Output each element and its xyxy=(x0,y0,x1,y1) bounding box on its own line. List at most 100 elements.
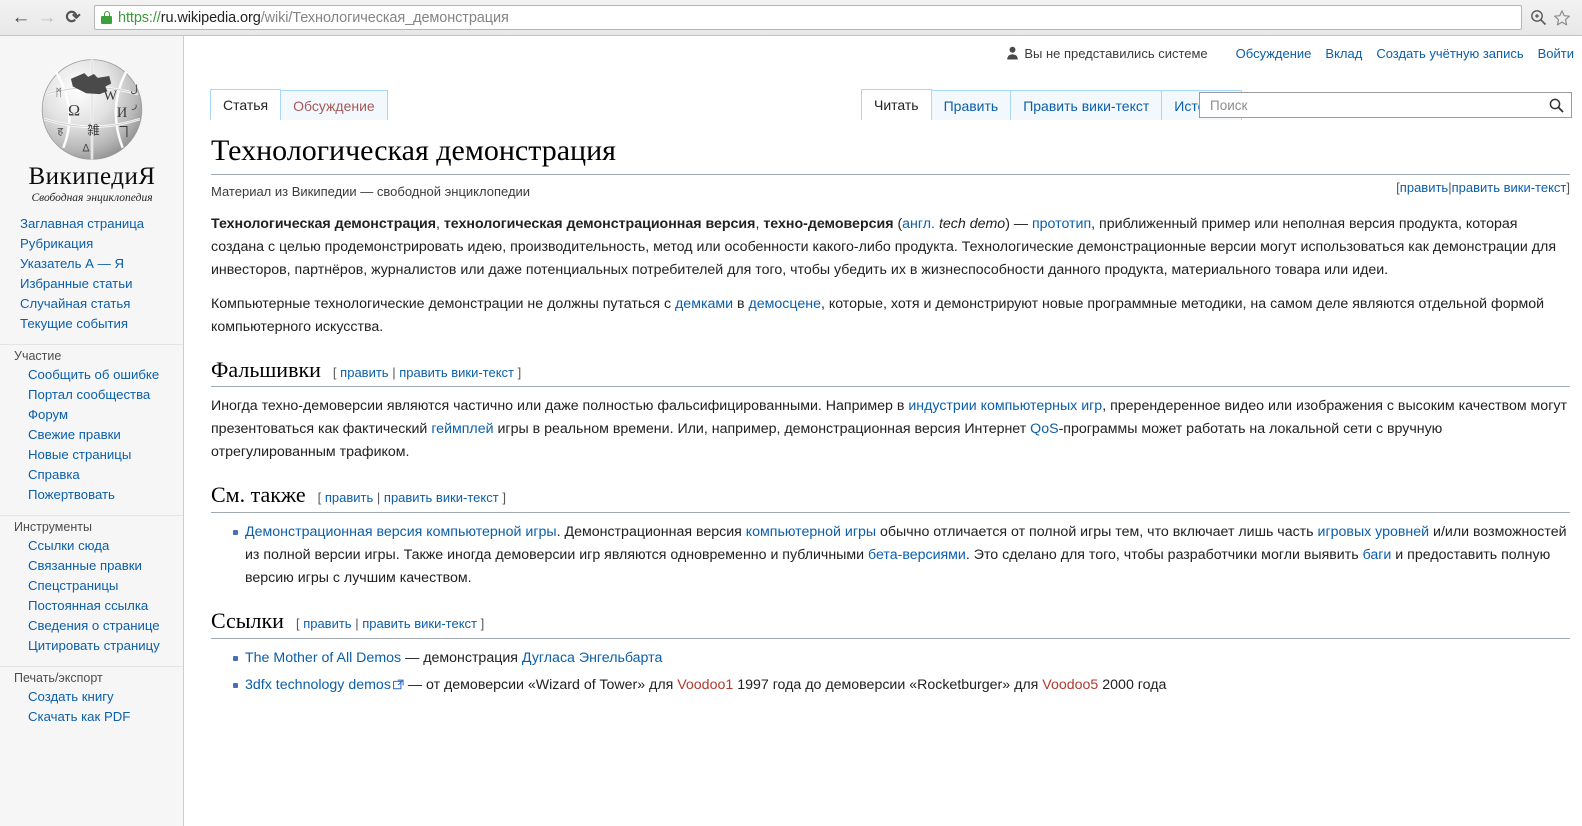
sidebar-item-создать-книгу[interactable]: Создать книгу xyxy=(28,689,114,704)
bracket-sep: | xyxy=(355,615,359,631)
section-heading-links: Ссылки [ править | править вики-текст ] xyxy=(211,606,1570,639)
forward-button[interactable]: → xyxy=(34,5,60,31)
sidebar-item-заглавная-страница[interactable]: Заглавная страница xyxy=(20,216,144,231)
search-input[interactable] xyxy=(1208,96,1545,114)
reload-button[interactable]: ⟳ xyxy=(60,5,86,31)
sidebar-portal: Заглавная страница Рубрикация Указатель А … xyxy=(0,214,183,334)
sidebar-item-рубрикация[interactable]: Рубрикация xyxy=(20,236,93,251)
sidebar-item-свежие-правки[interactable]: Свежие правки xyxy=(28,427,121,442)
edit-link-top[interactable]: править xyxy=(1400,180,1448,195)
edit-link[interactable]: править xyxy=(325,490,373,505)
link-gaming-industry[interactable]: индустрии компьютерных игр xyxy=(908,398,1102,414)
link-computer-game[interactable]: компьютерной игры xyxy=(746,524,876,540)
wordmark: ВикипедиЯ xyxy=(28,163,156,190)
sidebar-item-цитировать-страницу[interactable]: Цитировать страницу xyxy=(28,638,160,653)
p2-text-1: Компьютерные технологические демонстраци… xyxy=(211,295,676,312)
tab-обсуждение[interactable]: Обсуждение xyxy=(280,90,388,120)
link-demki[interactable]: демками xyxy=(675,296,733,312)
sidebar-item-пожертвовать[interactable]: Пожертвовать xyxy=(28,487,115,502)
wikipedia-logo[interactable]: Ω W И 雑 ヿ ᛗ ل ر ह ᐃ ВикипедиЯ Свободная … xyxy=(0,44,184,204)
lead-text-3: ( xyxy=(893,215,903,232)
url-host: ru.wikipedia.org xyxy=(160,9,261,26)
link-voodoo5[interactable]: Voodoo5 xyxy=(1042,677,1098,693)
link-prototype[interactable]: прототип xyxy=(1032,216,1091,232)
sidebar-portal: Инструменты Ссылки сюда Связанные правки Сп… xyxy=(0,515,183,656)
section-heading-see-also: См. также [ править | править вики-текст… xyxy=(211,480,1570,513)
sidebar-item-текущие-события[interactable]: Текущие события xyxy=(20,316,128,331)
search-box[interactable] xyxy=(1199,92,1572,118)
sa-text-2: обычно отличается от полной игры тем, чт… xyxy=(876,523,1318,540)
link-gameplay[interactable]: геймплей xyxy=(431,421,493,437)
sidebar-item-сведения-о-странице[interactable]: Сведения о странице xyxy=(28,618,160,633)
edit-link[interactable]: править xyxy=(303,616,351,631)
url-scheme: https:// xyxy=(118,9,161,26)
site-subtitle: Материал из Википедии — свободной энцикл… xyxy=(211,183,531,199)
link-game-demo[interactable]: Демонстрационная версия компьютерной игр… xyxy=(245,524,557,540)
section-edit-links: [ править | править вики-текст ] xyxy=(333,364,521,382)
bracket-close: ] xyxy=(517,364,522,380)
bracket-close: ] xyxy=(1566,180,1570,195)
sidebar-list-item: Форум xyxy=(0,405,183,425)
link-douglas-engelbart[interactable]: Дугласа Энгельбарта xyxy=(522,650,662,666)
sidebar-item-сообщить-об-ошибке[interactable]: Сообщить об ошибке xyxy=(28,367,159,382)
sidebar-portal: Печать/экспорт Создать книгу Скачать как P… xyxy=(0,666,183,727)
zoom-magnifier-icon[interactable] xyxy=(1526,6,1550,30)
tab-row: Статья Обсуждение Читать Править Править ви… xyxy=(185,78,1582,120)
bracket-close: ] xyxy=(480,615,485,631)
sidebar-item-справка[interactable]: Справка xyxy=(28,467,80,482)
edit-link[interactable]: править xyxy=(340,365,388,380)
article-body: Технологическая демонстрация, технологич… xyxy=(211,213,1570,697)
link-qos[interactable]: QoS xyxy=(1030,421,1058,437)
title-row: Технологическая демонстрация Материал из… xyxy=(211,132,1570,199)
section-edit-links: [ править | править вики-текст ] xyxy=(296,615,484,633)
edit-source-link[interactable]: править вики-текст xyxy=(384,490,499,505)
list-item: Демонстрационная версия компьютерной игр… xyxy=(233,521,1570,590)
sidebar-list-item: Справка xyxy=(0,465,183,485)
back-button[interactable]: ← xyxy=(8,5,34,31)
article: Технологическая демонстрация Материал из… xyxy=(185,132,1582,697)
bracket-close: ] xyxy=(502,490,506,506)
sidebar-item-указатель-а-я[interactable]: Указатель А — Я xyxy=(20,256,124,271)
sidebar-list-item: Указатель А — Я xyxy=(0,254,183,274)
fp-text-3: игры в реальном времени. Или, например, … xyxy=(493,421,1031,438)
falshivki-paragraph: Иногда техно-демоверсии являются частичн… xyxy=(211,395,1570,464)
search-magnifier-icon[interactable] xyxy=(1545,94,1567,116)
sidebar-item-случайная-статья[interactable]: Случайная статья xyxy=(20,296,130,311)
link-english[interactable]: англ. xyxy=(902,216,935,232)
sidebar-item-спецстраницы[interactable]: Спецстраницы xyxy=(28,578,118,593)
li1-text-1: — от демоверсии «Wizard of Tower» для xyxy=(403,676,678,693)
sidebar-item-избранные-статьи[interactable]: Избранные статьи xyxy=(20,276,132,291)
lead-text-1: , xyxy=(435,215,444,232)
sidebar-item-новые-страницы[interactable]: Новые страницы xyxy=(28,447,131,462)
list-item: 3dfx technology demos — от демоверсии «W… xyxy=(233,674,1570,697)
link-game-levels[interactable]: игровых уровней xyxy=(1318,524,1430,540)
sidebar-portal-heading: Печать/экспорт xyxy=(0,666,183,687)
link-mother-of-all-demos[interactable]: The Mother of All Demos xyxy=(245,650,401,666)
sidebar-item-ссылки-сюда[interactable]: Ссылки сюда xyxy=(28,538,109,553)
link-beta-versions[interactable]: бета-версиями xyxy=(868,547,966,563)
link-bugs[interactable]: баги xyxy=(1363,547,1392,563)
see-also-list: Демонстрационная версия компьютерной игр… xyxy=(211,521,1570,590)
tab-статья[interactable]: Статья xyxy=(210,89,282,120)
edit-source-link[interactable]: править вики-текст xyxy=(362,616,477,631)
link-demoscene[interactable]: демосцене xyxy=(748,296,821,312)
lead-italic-techdemo: tech demo xyxy=(938,215,1006,232)
tab-править[interactable]: Править xyxy=(930,90,1012,120)
tab-читать[interactable]: Читать xyxy=(861,89,932,120)
edit-source-link[interactable]: править вики-текст xyxy=(399,365,514,380)
sidebar-item-портал-сообщества[interactable]: Портал сообщества xyxy=(28,387,150,402)
link-3dfx-demos[interactable]: 3dfx technology demos xyxy=(245,677,404,693)
li0-text-1: — демонстрация xyxy=(401,649,522,666)
tab-править-вики-текст[interactable]: Править вики-текст xyxy=(1010,90,1163,120)
sidebar-item-форум[interactable]: Форум xyxy=(28,407,68,422)
sidebar-item-связанные-правки[interactable]: Связанные правки xyxy=(28,558,142,573)
sidebar-item-постоянная-ссылка[interactable]: Постоянная ссылка xyxy=(28,598,148,613)
browser-toolbar: ← → ⟳ https://ru.wikipedia.org/wiki/Техн… xyxy=(0,0,1582,36)
bracket-open: [ xyxy=(332,364,337,380)
link-voodoo1[interactable]: Voodoo1 xyxy=(677,677,733,693)
sidebar-item-скачать-как-pdf[interactable]: Скачать как PDF xyxy=(28,709,130,724)
bookmark-star-icon[interactable] xyxy=(1550,6,1574,30)
edit-source-link-top[interactable]: править вики-текст xyxy=(1452,180,1567,195)
address-bar[interactable]: https://ru.wikipedia.org/wiki/Технологич… xyxy=(94,5,1522,30)
url-path: /wiki/Технологическая_демонстрация xyxy=(260,9,509,26)
